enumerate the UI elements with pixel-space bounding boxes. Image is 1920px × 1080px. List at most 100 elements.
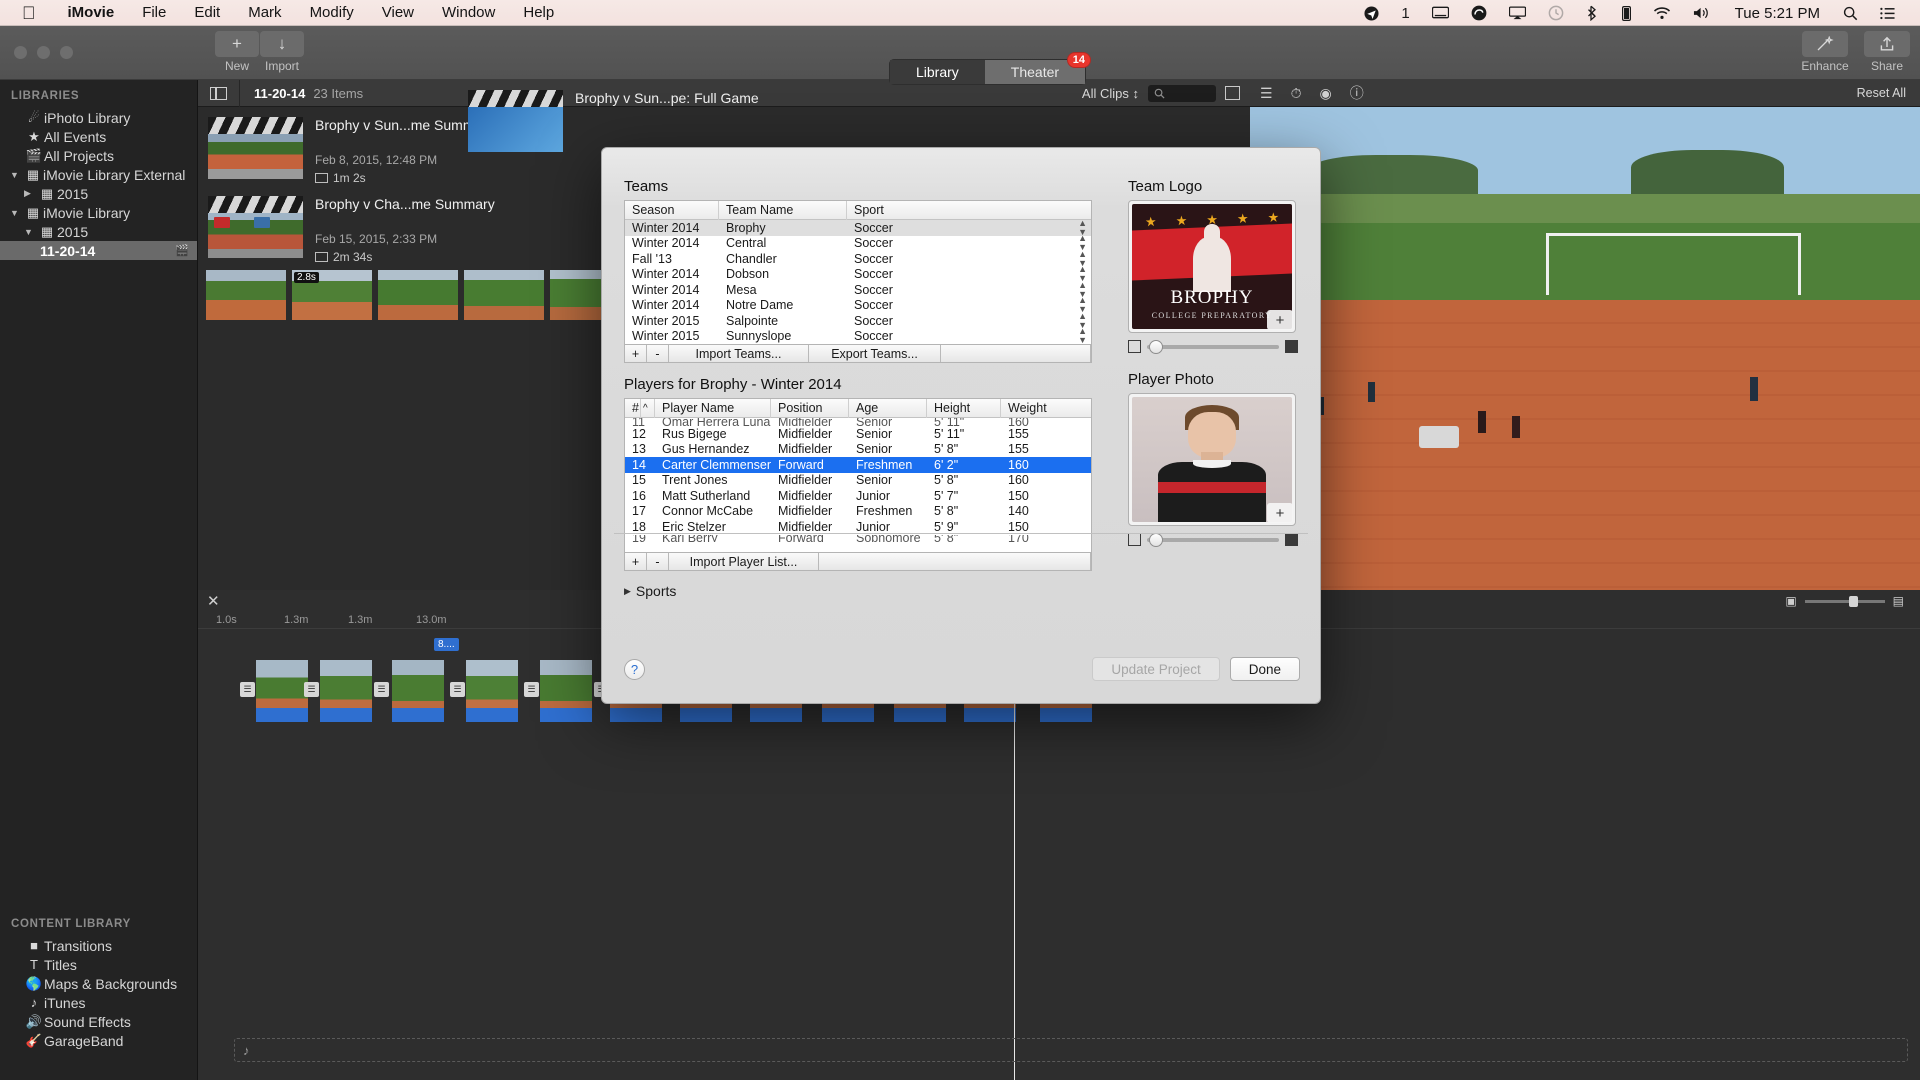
column-header-weight[interactable]: Weight bbox=[1001, 399, 1091, 418]
clip-thumbnail[interactable] bbox=[208, 117, 303, 179]
new-button[interactable]: + New bbox=[215, 31, 259, 73]
column-header-sport[interactable]: Sport bbox=[847, 201, 1091, 220]
player-photo-well[interactable]: + bbox=[1128, 393, 1296, 526]
table-row[interactable]: 16 Matt Sutherland Midfielder Junior 5' … bbox=[625, 488, 1091, 504]
battery-icon[interactable] bbox=[1611, 6, 1642, 21]
menu-modify[interactable]: Modify bbox=[296, 4, 368, 21]
help-button[interactable]: ? bbox=[624, 659, 645, 680]
notification-center-icon[interactable] bbox=[1869, 7, 1906, 20]
filmstrip-view-icon[interactable] bbox=[1225, 86, 1240, 100]
table-row[interactable]: Winter 2014 Central Soccer ▲▼ bbox=[625, 236, 1091, 252]
airplane-icon[interactable] bbox=[1353, 6, 1390, 21]
chevron-down-icon[interactable]: ▼ bbox=[24, 227, 37, 237]
menu-mark[interactable]: Mark bbox=[234, 4, 295, 21]
music-track[interactable]: ♪ bbox=[234, 1038, 1908, 1062]
import-player-list-button[interactable]: Import Player List... bbox=[669, 553, 819, 570]
remove-player-button[interactable]: - bbox=[647, 553, 669, 570]
sidebar-item-transitions[interactable]: ■ Transitions bbox=[0, 936, 198, 955]
import-teams-button[interactable]: Import Teams... bbox=[669, 345, 809, 362]
zoom-window-button[interactable] bbox=[60, 46, 73, 59]
bluetooth-icon[interactable] bbox=[1575, 5, 1611, 21]
minimize-window-button[interactable] bbox=[37, 46, 50, 59]
column-header-height[interactable]: Height bbox=[927, 399, 1001, 418]
volume-icon[interactable] bbox=[1682, 6, 1723, 20]
enhance-button[interactable]: Enhance bbox=[1796, 31, 1854, 73]
timeline-settings-icon[interactable]: ▤ bbox=[1893, 594, 1904, 608]
tab-theater[interactable]: Theater 14 bbox=[985, 60, 1085, 84]
transition-marker-icon[interactable]: ☰ bbox=[450, 682, 465, 697]
apple-menu-icon[interactable]:  bbox=[22, 4, 36, 22]
list-item[interactable]: Brophy v Sun...pe: Full Game bbox=[468, 90, 759, 152]
column-header-team-name[interactable]: Team Name bbox=[719, 201, 847, 220]
timeline-clip[interactable] bbox=[466, 660, 518, 722]
table-row[interactable]: Winter 2014 Dobson Soccer ▲▼ bbox=[625, 267, 1091, 283]
tab-library[interactable]: Library bbox=[890, 60, 985, 84]
table-row[interactable]: 19 Karl Berry Forward Sophomore 5' 8" 17… bbox=[625, 535, 1091, 542]
team-logo-well[interactable]: ★ ★ ★ ★ ★ BROPHY COLLEGE PREPARATORY + bbox=[1128, 200, 1296, 333]
chevron-down-icon[interactable]: ▼ bbox=[10, 208, 23, 218]
creative-cloud-icon[interactable] bbox=[1460, 5, 1498, 21]
table-row-selected[interactable]: 14 Carter Clemmensen Forward Freshmen 6'… bbox=[625, 457, 1091, 473]
sidebar-item-imovie-library[interactable]: ▼ ▦ iMovie Library bbox=[0, 203, 197, 222]
grid-thumbnail[interactable] bbox=[206, 270, 286, 320]
menu-edit[interactable]: Edit bbox=[180, 4, 234, 21]
column-header-age[interactable]: Age bbox=[849, 399, 927, 418]
menu-file[interactable]: File bbox=[128, 4, 180, 21]
airplay-icon[interactable] bbox=[1498, 6, 1537, 20]
menu-help[interactable]: Help bbox=[509, 4, 568, 21]
table-row[interactable]: Fall '13 Chandler Soccer ▲▼ bbox=[625, 251, 1091, 267]
export-teams-button[interactable]: Export Teams... bbox=[809, 345, 941, 362]
team-logo-size-slider[interactable] bbox=[1147, 345, 1279, 349]
table-row[interactable]: Winter 2014 Brophy Soccer ▲▼ bbox=[625, 220, 1091, 236]
close-window-button[interactable] bbox=[14, 46, 27, 59]
table-row[interactable]: 15 Trent Jones Midfielder Senior 5' 8" 1… bbox=[625, 473, 1091, 489]
slider-knob[interactable] bbox=[1149, 533, 1163, 547]
clip-thumbnail[interactable] bbox=[208, 196, 303, 258]
timeline-clip[interactable] bbox=[540, 660, 592, 722]
timeline-clip[interactable] bbox=[256, 660, 308, 722]
filter-icon[interactable]: ◉ bbox=[1320, 85, 1332, 102]
reset-all-button[interactable]: Reset All bbox=[1857, 86, 1906, 100]
wifi-icon[interactable] bbox=[1642, 6, 1682, 20]
sidebar-item-2015-external[interactable]: ▶ ▦ 2015 bbox=[0, 184, 197, 203]
menu-view[interactable]: View bbox=[368, 4, 428, 21]
add-player-photo-button[interactable]: + bbox=[1267, 503, 1293, 523]
remove-team-button[interactable]: - bbox=[647, 345, 669, 362]
add-team-button[interactable]: + bbox=[625, 345, 647, 362]
sidebar-item-iphoto-library[interactable]: ☄ iPhoto Library bbox=[0, 108, 197, 127]
sidebar-item-2015[interactable]: ▼ ▦ 2015 bbox=[0, 222, 197, 241]
sidebar-item-sound-effects[interactable]: 🔊 Sound Effects bbox=[0, 1012, 198, 1031]
sidebar-item-itunes[interactable]: ♪ iTunes bbox=[0, 993, 198, 1012]
menu-window[interactable]: Window bbox=[428, 4, 509, 21]
table-row[interactable]: 12 Rus Bigege Midfielder Senior 5' 11" 1… bbox=[625, 426, 1091, 442]
sidebar-item-imovie-library-external[interactable]: ▼ ▦ iMovie Library External bbox=[0, 165, 197, 184]
transition-marker-icon[interactable]: ☰ bbox=[304, 682, 319, 697]
column-header-number[interactable]: # bbox=[625, 399, 641, 418]
transition-marker-icon[interactable]: ☰ bbox=[524, 682, 539, 697]
sidebar-item-titles[interactable]: T Titles bbox=[0, 955, 198, 974]
grid-thumbnail[interactable]: 2.8s bbox=[292, 270, 372, 320]
table-row[interactable]: Winter 2015 Salpointe Soccer ▲▼ bbox=[625, 313, 1091, 329]
equalizer-icon[interactable]: ☰ bbox=[1260, 85, 1273, 102]
clip-thumbnail[interactable] bbox=[468, 90, 563, 152]
speed-icon[interactable]: ⏱ bbox=[1291, 85, 1302, 102]
search-input[interactable] bbox=[1148, 85, 1216, 102]
table-row[interactable]: Winter 2014 Mesa Soccer ▲▼ bbox=[625, 282, 1091, 298]
zoom-slider[interactable] bbox=[1805, 600, 1885, 603]
menu-imovie[interactable]: iMovie bbox=[54, 4, 129, 21]
info-icon[interactable]: ⓘ bbox=[1350, 83, 1364, 103]
spotlight-search-icon[interactable] bbox=[1832, 6, 1869, 21]
column-header-season[interactable]: Season bbox=[625, 201, 719, 220]
timeline-zoom-control[interactable]: ▣ ▤ bbox=[1785, 594, 1904, 608]
update-project-button[interactable]: Update Project bbox=[1092, 657, 1219, 681]
grid-thumbnail[interactable] bbox=[378, 270, 458, 320]
chevron-right-icon[interactable]: ▶ bbox=[24, 188, 37, 199]
column-header-position[interactable]: Position bbox=[771, 399, 849, 418]
sport-stepper-icon[interactable]: ▲▼ bbox=[1078, 327, 1087, 344]
sidebar-item-maps-backgrounds[interactable]: 🌎 Maps & Backgrounds bbox=[0, 974, 198, 993]
chevron-down-icon[interactable]: ▼ bbox=[10, 170, 23, 180]
sidebar-item-11-20-14[interactable]: 11-20-14 🎬 bbox=[0, 241, 197, 260]
table-row[interactable]: 11 Omar Herrera Luna Midfielder Senior 5… bbox=[625, 418, 1091, 426]
table-row[interactable]: Winter 2014 Notre Dame Soccer ▲▼ bbox=[625, 298, 1091, 314]
display-icon[interactable] bbox=[1421, 6, 1460, 20]
